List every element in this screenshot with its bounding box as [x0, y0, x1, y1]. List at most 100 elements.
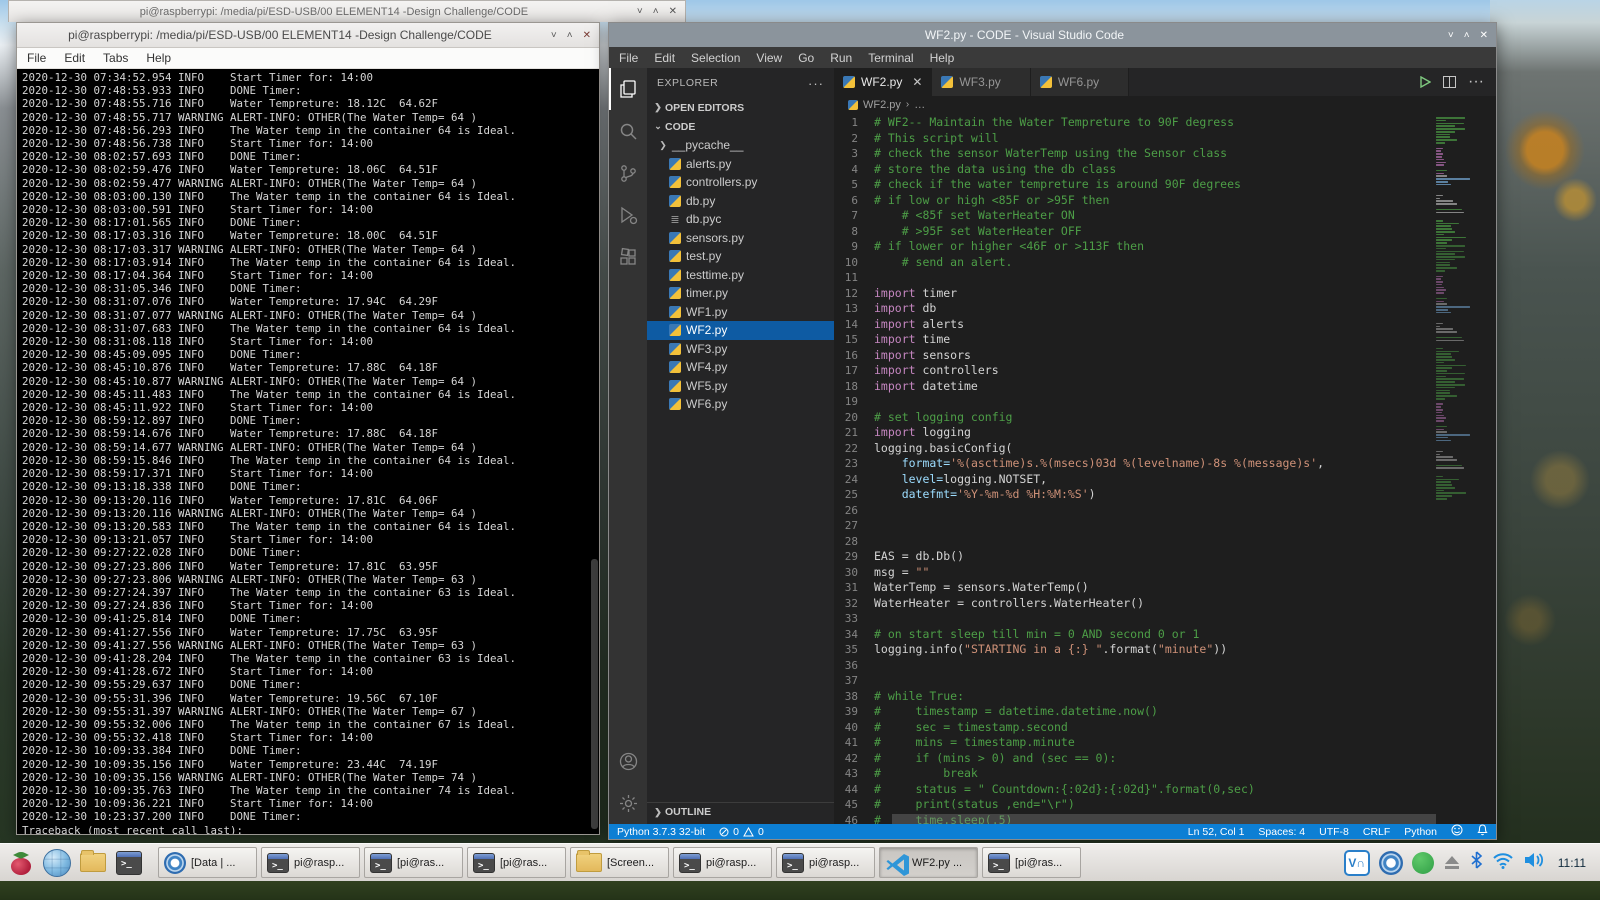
bluetooth-icon [1470, 851, 1483, 874]
launcher-folder[interactable] [76, 847, 110, 879]
file-item-db.py[interactable]: db.py [647, 192, 834, 211]
notifications-bell-icon[interactable] [1477, 824, 1488, 839]
vscode-menu-file[interactable]: File [619, 51, 638, 65]
run-button[interactable] [1420, 76, 1431, 88]
open-editors-section[interactable]: ❯ OPEN EDITORS [647, 98, 834, 117]
vscode-menu-go[interactable]: Go [798, 51, 814, 65]
tab-WF3.py[interactable]: WF3.py✕ [932, 68, 1030, 96]
horizontal-scrollbar[interactable] [892, 814, 1436, 824]
file-item-WF2.py[interactable]: WF2.py [647, 321, 834, 340]
close-icon[interactable]: ✕ [1480, 30, 1488, 41]
task-button[interactable]: [Screen... [570, 847, 669, 878]
task-label: [pi@ras... [1015, 857, 1062, 869]
tray-green-dot[interactable] [1412, 852, 1434, 874]
terminal-menu-tabs[interactable]: Tabs [103, 51, 128, 65]
close-icon[interactable]: ✕ [583, 30, 591, 41]
files-icon[interactable] [609, 68, 647, 110]
task-button[interactable]: [pi@ras... [364, 847, 463, 878]
background-terminal-window[interactable]: pi@raspberrypi: /media/pi/ESD-USB/00 ELE… [8, 0, 686, 22]
task-button[interactable]: pi@rasp... [673, 847, 772, 878]
more-actions-icon[interactable]: ··· [1468, 73, 1484, 91]
minimize-icon[interactable]: ˅ [551, 30, 557, 41]
vscode-titlebar[interactable]: WF2.py - CODE - Visual Studio Code ˅ ˄ ✕ [609, 23, 1496, 47]
task-button[interactable]: WF2.py ... [879, 847, 978, 878]
gear-icon[interactable] [609, 782, 647, 824]
tab-WF2.py[interactable]: WF2.py✕ [834, 68, 932, 96]
launcher-terminal[interactable] [112, 847, 146, 879]
vscode-menu-view[interactable]: View [756, 51, 782, 65]
code-folder-section[interactable]: ⌄ CODE [647, 117, 834, 136]
minimize-icon[interactable]: ˅ [637, 6, 643, 17]
file-item-timer.py[interactable]: timer.py [647, 284, 834, 303]
python-version-status[interactable]: Python 3.7.3 32-bit [617, 826, 705, 838]
problems-status[interactable]: 0 0 [719, 826, 764, 838]
tray-bluetooth[interactable] [1470, 851, 1483, 874]
file-item-alerts.py[interactable]: alerts.py [647, 155, 834, 174]
close-icon[interactable]: ✕ [669, 6, 677, 17]
task-button[interactable]: [pi@ras... [467, 847, 566, 878]
task-button[interactable]: [Data | ... [158, 847, 257, 878]
status-item[interactable]: UTF-8 [1319, 826, 1349, 838]
terminal-titlebar[interactable]: pi@raspberrypi: /media/pi/ESD-USB/00 ELE… [17, 23, 599, 48]
maximize-icon[interactable]: ˄ [567, 30, 573, 41]
split-editor-icon[interactable] [1443, 76, 1456, 88]
file-item-WF4.py[interactable]: WF4.py [647, 358, 834, 377]
outline-section[interactable]: ❯ OUTLINE [647, 802, 834, 821]
file-item-WF6.py[interactable]: WF6.py [647, 395, 834, 414]
file-item-test.py[interactable]: test.py [647, 247, 834, 266]
explorer-more-actions-icon[interactable]: ··· [808, 76, 824, 91]
account-icon[interactable] [609, 740, 647, 782]
vscode-menu-run[interactable]: Run [830, 51, 852, 65]
task-button[interactable]: [pi@ras... [982, 847, 1081, 878]
file-item-__pycache__[interactable]: ❯__pycache__ [647, 136, 834, 155]
terminal-output[interactable]: 2020-12-30 07:34:52.954 INFOStart Timer … [17, 69, 599, 834]
file-item-controllers.py[interactable]: controllers.py [647, 173, 834, 192]
launcher-globe[interactable] [40, 847, 74, 879]
task-button[interactable]: pi@rasp... [776, 847, 875, 878]
file-item-sensors.py[interactable]: sensors.py [647, 229, 834, 248]
vscode-menu-selection[interactable]: Selection [691, 51, 740, 65]
scm-icon[interactable] [609, 152, 647, 194]
log-line: 2020-12-30 08:03:00.130 INFOThe Water te… [22, 190, 599, 203]
feedback-icon[interactable] [1451, 824, 1463, 839]
file-item-testtime.py[interactable]: testtime.py [647, 266, 834, 285]
status-item[interactable]: Spaces: 4 [1258, 826, 1305, 838]
chevron-right-icon: › [906, 99, 909, 110]
close-icon[interactable]: ✕ [912, 75, 922, 89]
code-line: 18import datetime [834, 379, 1436, 395]
tray-wifi[interactable] [1492, 852, 1514, 874]
code-editor[interactable]: 1# WF2-- Maintain the Water Tempreture t… [834, 113, 1496, 824]
tray-eject[interactable] [1443, 855, 1461, 871]
debug-icon[interactable] [609, 194, 647, 236]
tray-chromium-tray[interactable] [1379, 851, 1403, 875]
vscode-menu-terminal[interactable]: Terminal [868, 51, 913, 65]
status-item[interactable]: Ln 52, Col 1 [1188, 826, 1245, 838]
task-button[interactable]: pi@rasp... [261, 847, 360, 878]
file-item-WF1.py[interactable]: WF1.py [647, 303, 834, 322]
code-line: 33 [834, 611, 1436, 627]
file-item-WF5.py[interactable]: WF5.py [647, 377, 834, 396]
terminal-scrollbar[interactable] [591, 559, 598, 829]
file-item-WF3.py[interactable]: WF3.py [647, 340, 834, 359]
tab-WF6.py[interactable]: WF6.py✕ [1031, 68, 1129, 96]
launcher-raspberry[interactable] [4, 847, 38, 879]
vscode-menu-help[interactable]: Help [930, 51, 955, 65]
tray-volume[interactable] [1523, 851, 1545, 874]
minimize-icon[interactable]: ˅ [1448, 30, 1454, 41]
explorer-header-label: EXPLORER [657, 77, 718, 89]
search-icon[interactable] [609, 110, 647, 152]
maximize-icon[interactable]: ˄ [1464, 30, 1470, 41]
status-item[interactable]: Python [1404, 826, 1437, 838]
maximize-icon[interactable]: ˄ [653, 6, 659, 17]
extensions-icon[interactable] [609, 236, 647, 278]
vscode-menu-edit[interactable]: Edit [654, 51, 675, 65]
minimap[interactable] [1436, 117, 1486, 501]
terminal-menu-edit[interactable]: Edit [64, 51, 85, 65]
breadcrumb[interactable]: WF2.py › … [834, 96, 1496, 113]
tray-vnc[interactable]: V∩ [1344, 850, 1370, 876]
terminal-menu-file[interactable]: File [27, 51, 46, 65]
terminal-menu-help[interactable]: Help [146, 51, 171, 65]
file-item-db.pyc[interactable]: ≣db.pyc [647, 210, 834, 229]
log-line: 2020-12-30 08:59:12.897 INFODONE Timer: [22, 414, 599, 427]
status-item[interactable]: CRLF [1363, 826, 1390, 838]
